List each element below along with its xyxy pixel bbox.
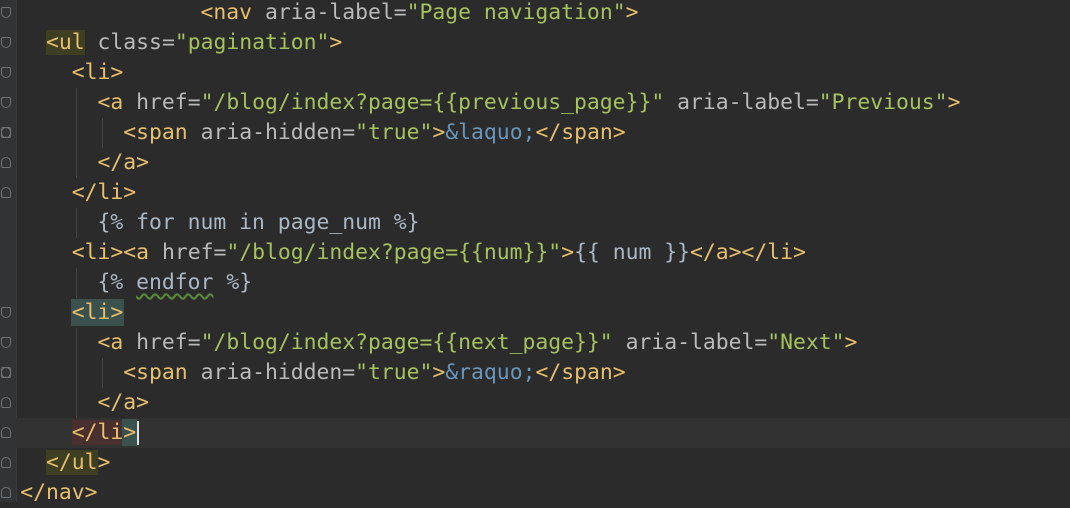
code-line-12[interactable]: <a href="/blog/index?page={{next_page}}"… (16, 328, 1070, 358)
indent-guide (75, 118, 77, 148)
fold-close-icon[interactable] (1, 157, 11, 168)
code-line-14[interactable]: </a> (16, 388, 1070, 418)
code-text: <li> (70, 299, 125, 326)
code-text: </li> (71, 180, 137, 205)
fold-close-icon[interactable] (1, 427, 11, 438)
indent-guide (75, 358, 77, 388)
code-line-17[interactable]: </nav> (16, 478, 1070, 508)
code-text: <span aria-hidden="true">&raquo;</span> (123, 360, 626, 385)
code-line-16[interactable]: </ul> (16, 448, 1070, 478)
code-line-9[interactable]: <li><a href="/blog/index?page={{num}}">{… (16, 238, 1070, 268)
indent-guide (75, 208, 77, 238)
fold-open-icon[interactable] (1, 337, 11, 348)
indent-guide (101, 358, 103, 388)
code-line-1[interactable]: <nav aria-label="Page navigation"> (16, 0, 1070, 28)
code-text: </nav> (20, 480, 98, 505)
code-line-3[interactable]: <li> (16, 58, 1070, 88)
code-line-6[interactable]: </a> (16, 148, 1070, 178)
fold-open-icon[interactable] (1, 67, 11, 78)
code-text: <li> (71, 60, 124, 85)
fold-close-icon[interactable] (1, 127, 11, 138)
indent-guide (101, 118, 103, 148)
code-line-11[interactable]: <li> (16, 298, 1070, 328)
code-line-13[interactable]: <span aria-hidden="true">&raquo;</span> (16, 358, 1070, 388)
fold-close-icon[interactable] (1, 187, 11, 198)
code-text: </a> (97, 390, 150, 415)
text-caret (137, 421, 140, 445)
indent-guide (75, 148, 77, 178)
fold-close-icon[interactable] (1, 457, 11, 468)
code-text: </li> (71, 418, 140, 448)
code-line-5[interactable]: <span aria-hidden="true">&laquo;</span> (16, 118, 1070, 148)
indent-guide (75, 388, 77, 418)
code-line-4[interactable]: <a href="/blog/index?page={{previous_pag… (16, 88, 1070, 118)
fold-open-icon[interactable] (1, 97, 11, 108)
code-text: <ul class="pagination"> (46, 30, 343, 55)
code-line-10[interactable]: {% endfor %} (16, 268, 1070, 298)
code-text: {% for num in page_num %} (97, 210, 420, 235)
fold-open-icon[interactable] (1, 307, 11, 318)
code-text: </a> (97, 150, 150, 175)
indent-guide (75, 328, 77, 358)
code-text: <a href="/blog/index?page={{next_page}}"… (97, 330, 858, 355)
editor-gutter (0, 0, 17, 502)
code-area[interactable]: <nav aria-label="Page navigation"> <ul cl… (16, 0, 1070, 505)
code-line-8[interactable]: {% for num in page_num %} (16, 208, 1070, 238)
code-text: <li><a href="/blog/index?page={{num}}">{… (71, 240, 806, 265)
fold-open-icon[interactable] (1, 7, 11, 18)
fold-close-icon[interactable] (1, 367, 11, 378)
fold-close-icon[interactable] (1, 397, 11, 408)
code-text: <nav aria-label="Page navigation"> (200, 0, 639, 25)
code-text: <a href="/blog/index?page={{previous_pag… (97, 90, 961, 115)
code-text: <span aria-hidden="true">&laquo;</span> (123, 120, 626, 145)
fold-close-icon[interactable] (1, 487, 11, 498)
code-line-7[interactable]: </li> (16, 178, 1070, 208)
code-editor[interactable]: <nav aria-label="Page navigation"> <ul cl… (0, 0, 1070, 505)
code-line-15[interactable]: </li> (16, 418, 1070, 448)
code-line-2[interactable]: <ul class="pagination"> (16, 28, 1070, 58)
indent-guide (75, 88, 77, 118)
code-text: {% endfor %} (97, 270, 253, 295)
code-text: </ul> (46, 450, 111, 475)
fold-open-icon[interactable] (1, 37, 11, 48)
indent-guide (75, 268, 77, 298)
